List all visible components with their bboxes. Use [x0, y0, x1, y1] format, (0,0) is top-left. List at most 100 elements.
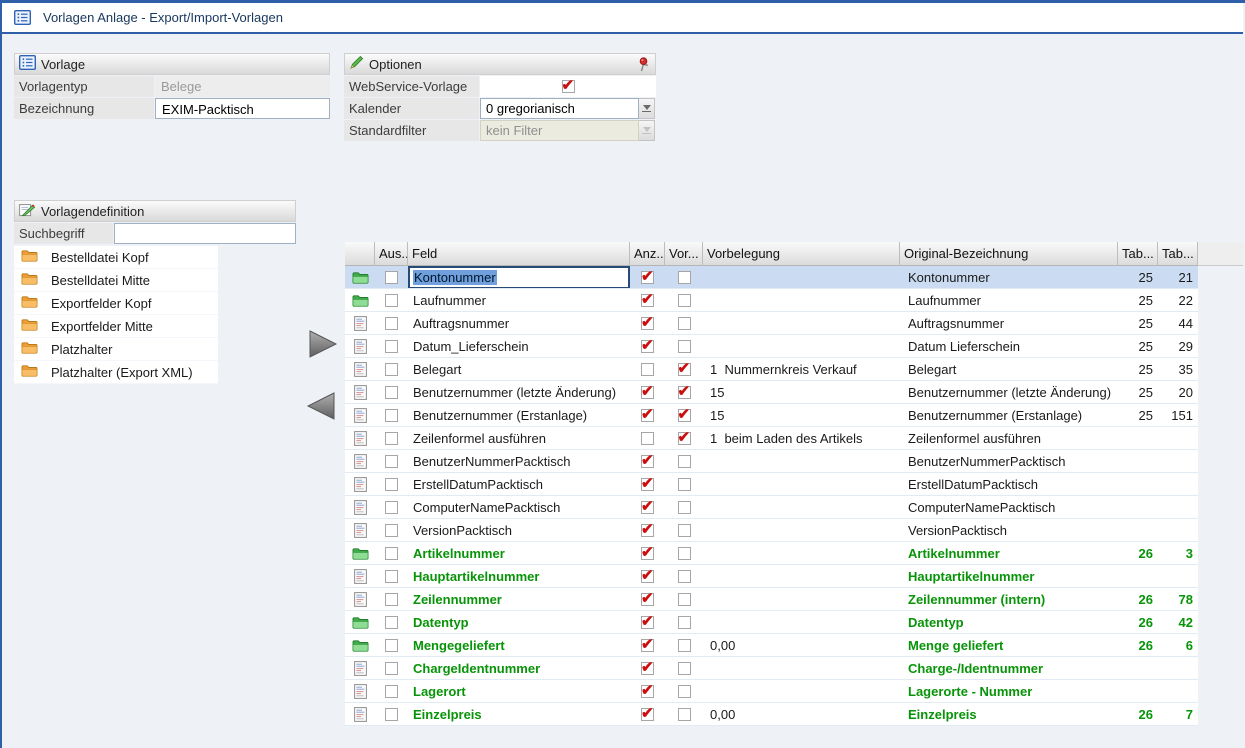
vorbelegen-checkbox[interactable] — [678, 547, 691, 560]
aus-checkbox[interactable] — [385, 432, 398, 445]
table-row[interactable]: Zeilenformel ausführen 1 beim Laden des … — [345, 427, 1198, 450]
feld-cell[interactable]: ChargeIdentnummer — [408, 657, 630, 679]
kalender-combobox[interactable]: 0 gregorianisch — [480, 98, 656, 119]
table-row[interactable]: Datentyp Datentyp 26 42 — [345, 611, 1198, 634]
folder-list-item[interactable]: Platzhalter — [14, 338, 218, 361]
anzeigen-checkbox[interactable] — [641, 547, 654, 560]
aus-checkbox[interactable] — [385, 317, 398, 330]
move-right-button[interactable] — [308, 330, 338, 361]
aus-checkbox[interactable] — [385, 409, 398, 422]
aus-checkbox[interactable] — [385, 455, 398, 468]
anzeigen-checkbox[interactable] — [641, 616, 654, 629]
vorbelegen-checkbox[interactable] — [678, 570, 691, 583]
anzeigen-checkbox[interactable] — [641, 570, 654, 583]
vorbelegen-checkbox[interactable] — [678, 317, 691, 330]
col-header-tab1[interactable]: Tab... — [1118, 242, 1158, 266]
aus-checkbox[interactable] — [385, 593, 398, 606]
vorbelegen-checkbox[interactable] — [678, 409, 691, 422]
anzeigen-checkbox[interactable] — [641, 685, 654, 698]
anzeigen-checkbox[interactable] — [641, 340, 654, 353]
col-header-icon[interactable] — [345, 242, 375, 266]
anzeigen-checkbox[interactable] — [641, 409, 654, 422]
aus-checkbox[interactable] — [385, 662, 398, 675]
table-row[interactable]: Benutzernummer (letzte Änderung) 15 Benu… — [345, 381, 1198, 404]
anzeigen-checkbox[interactable] — [641, 363, 654, 376]
anzeigen-checkbox[interactable] — [641, 478, 654, 491]
suchbegriff-input[interactable] — [114, 223, 296, 244]
aus-checkbox[interactable] — [385, 363, 398, 376]
folder-list-item[interactable]: Bestelldatei Kopf — [14, 246, 218, 269]
feld-cell[interactable]: Mengegeliefert — [408, 634, 630, 656]
col-header-vorbelegung[interactable]: Vorbelegung — [703, 242, 900, 266]
feld-cell[interactable]: Kontonummer — [408, 266, 630, 288]
table-row[interactable]: Lagerort Lagerorte - Nummer — [345, 680, 1198, 703]
vorbelegen-checkbox[interactable] — [678, 685, 691, 698]
table-row[interactable]: ChargeIdentnummer Charge-/Identnummer — [345, 657, 1198, 680]
table-row[interactable]: Mengegeliefert 0,00 Menge geliefert 26 6 — [345, 634, 1198, 657]
vorbelegen-checkbox[interactable] — [678, 386, 691, 399]
folder-list-item[interactable]: Exportfelder Mitte — [14, 315, 218, 338]
kalender-value[interactable]: 0 gregorianisch — [480, 98, 639, 119]
vorbelegen-checkbox[interactable] — [678, 363, 691, 376]
vorbelegen-checkbox[interactable] — [678, 524, 691, 537]
vorbelegen-checkbox[interactable] — [678, 455, 691, 468]
kalender-dropdown-button[interactable] — [639, 98, 655, 119]
vorbelegen-checkbox[interactable] — [678, 340, 691, 353]
feld-cell[interactable]: Benutzernummer (Erstanlage) — [408, 404, 630, 426]
feld-cell[interactable]: Hauptartikelnummer — [408, 565, 630, 587]
anzeigen-checkbox[interactable] — [641, 708, 654, 721]
aus-checkbox[interactable] — [385, 501, 398, 514]
anzeigen-checkbox[interactable] — [641, 386, 654, 399]
feld-cell[interactable]: Zeilenformel ausführen — [408, 427, 630, 449]
bezeichnung-input[interactable]: EXIM-Packtisch — [155, 98, 330, 119]
feld-cell[interactable]: Laufnummer — [408, 289, 630, 311]
vorbelegen-checkbox[interactable] — [678, 662, 691, 675]
col-header-anz[interactable]: Anz... — [630, 242, 665, 266]
feld-cell[interactable]: Zeilennummer — [408, 588, 630, 610]
folder-list-item[interactable]: Exportfelder Kopf — [14, 292, 218, 315]
table-row[interactable]: Einzelpreis 0,00 Einzelpreis 26 7 — [345, 703, 1198, 726]
anzeigen-checkbox[interactable] — [641, 294, 654, 307]
aus-checkbox[interactable] — [385, 685, 398, 698]
table-row[interactable]: Belegart 1 Nummernkreis Verkauf Belegart… — [345, 358, 1198, 381]
aus-checkbox[interactable] — [385, 478, 398, 491]
vorbelegen-checkbox[interactable] — [678, 478, 691, 491]
feld-cell[interactable]: Lagerort — [408, 680, 630, 702]
feld-cell[interactable]: ErstellDatumPacktisch — [408, 473, 630, 495]
table-row[interactable]: Artikelnummer Artikelnummer 26 3 — [345, 542, 1198, 565]
table-row[interactable]: Datum_Lieferschein Datum Lieferschein 25… — [345, 335, 1198, 358]
aus-checkbox[interactable] — [385, 616, 398, 629]
table-row[interactable]: Auftragsnummer Auftragsnummer 25 44 — [345, 312, 1198, 335]
feld-cell[interactable]: Benutzernummer (letzte Änderung) — [408, 381, 630, 403]
feld-cell[interactable]: Artikelnummer — [408, 542, 630, 564]
table-row[interactable]: ComputerNamePacktisch ComputerNamePackti… — [345, 496, 1198, 519]
feld-edit-input[interactable]: Kontonummer — [408, 266, 630, 288]
feld-cell[interactable]: Datum_Lieferschein — [408, 335, 630, 357]
aus-checkbox[interactable] — [385, 524, 398, 537]
aus-checkbox[interactable] — [385, 639, 398, 652]
aus-checkbox[interactable] — [385, 547, 398, 560]
table-row[interactable]: VersionPacktisch VersionPacktisch — [345, 519, 1198, 542]
col-header-vor[interactable]: Vor... — [665, 242, 703, 266]
vorbelegen-checkbox[interactable] — [678, 593, 691, 606]
anzeigen-checkbox[interactable] — [641, 662, 654, 675]
aus-checkbox[interactable] — [385, 294, 398, 307]
table-row[interactable]: ErstellDatumPacktisch ErstellDatumPackti… — [345, 473, 1198, 496]
col-header-aus[interactable]: Aus... — [375, 242, 408, 266]
folder-list-item[interactable]: Platzhalter (Export XML) — [14, 361, 218, 384]
webservice-checkbox[interactable] — [562, 80, 575, 93]
col-header-original-bezeichnung[interactable]: Original-Bezeichnung — [900, 242, 1118, 266]
feld-cell[interactable]: BenutzerNummerPacktisch — [408, 450, 630, 472]
pin-icon[interactable] — [637, 57, 650, 75]
anzeigen-checkbox[interactable] — [641, 501, 654, 514]
anzeigen-checkbox[interactable] — [641, 524, 654, 537]
anzeigen-checkbox[interactable] — [641, 455, 654, 468]
vorbelegen-checkbox[interactable] — [678, 639, 691, 652]
feld-cell[interactable]: Einzelpreis — [408, 703, 630, 725]
table-row[interactable]: Hauptartikelnummer Hauptartikelnummer — [345, 565, 1198, 588]
aus-checkbox[interactable] — [385, 386, 398, 399]
col-header-tab2[interactable]: Tab... — [1158, 242, 1198, 266]
table-row[interactable]: Laufnummer Laufnummer 25 22 — [345, 289, 1198, 312]
vorbelegen-checkbox[interactable] — [678, 432, 691, 445]
move-left-button[interactable] — [306, 392, 336, 423]
